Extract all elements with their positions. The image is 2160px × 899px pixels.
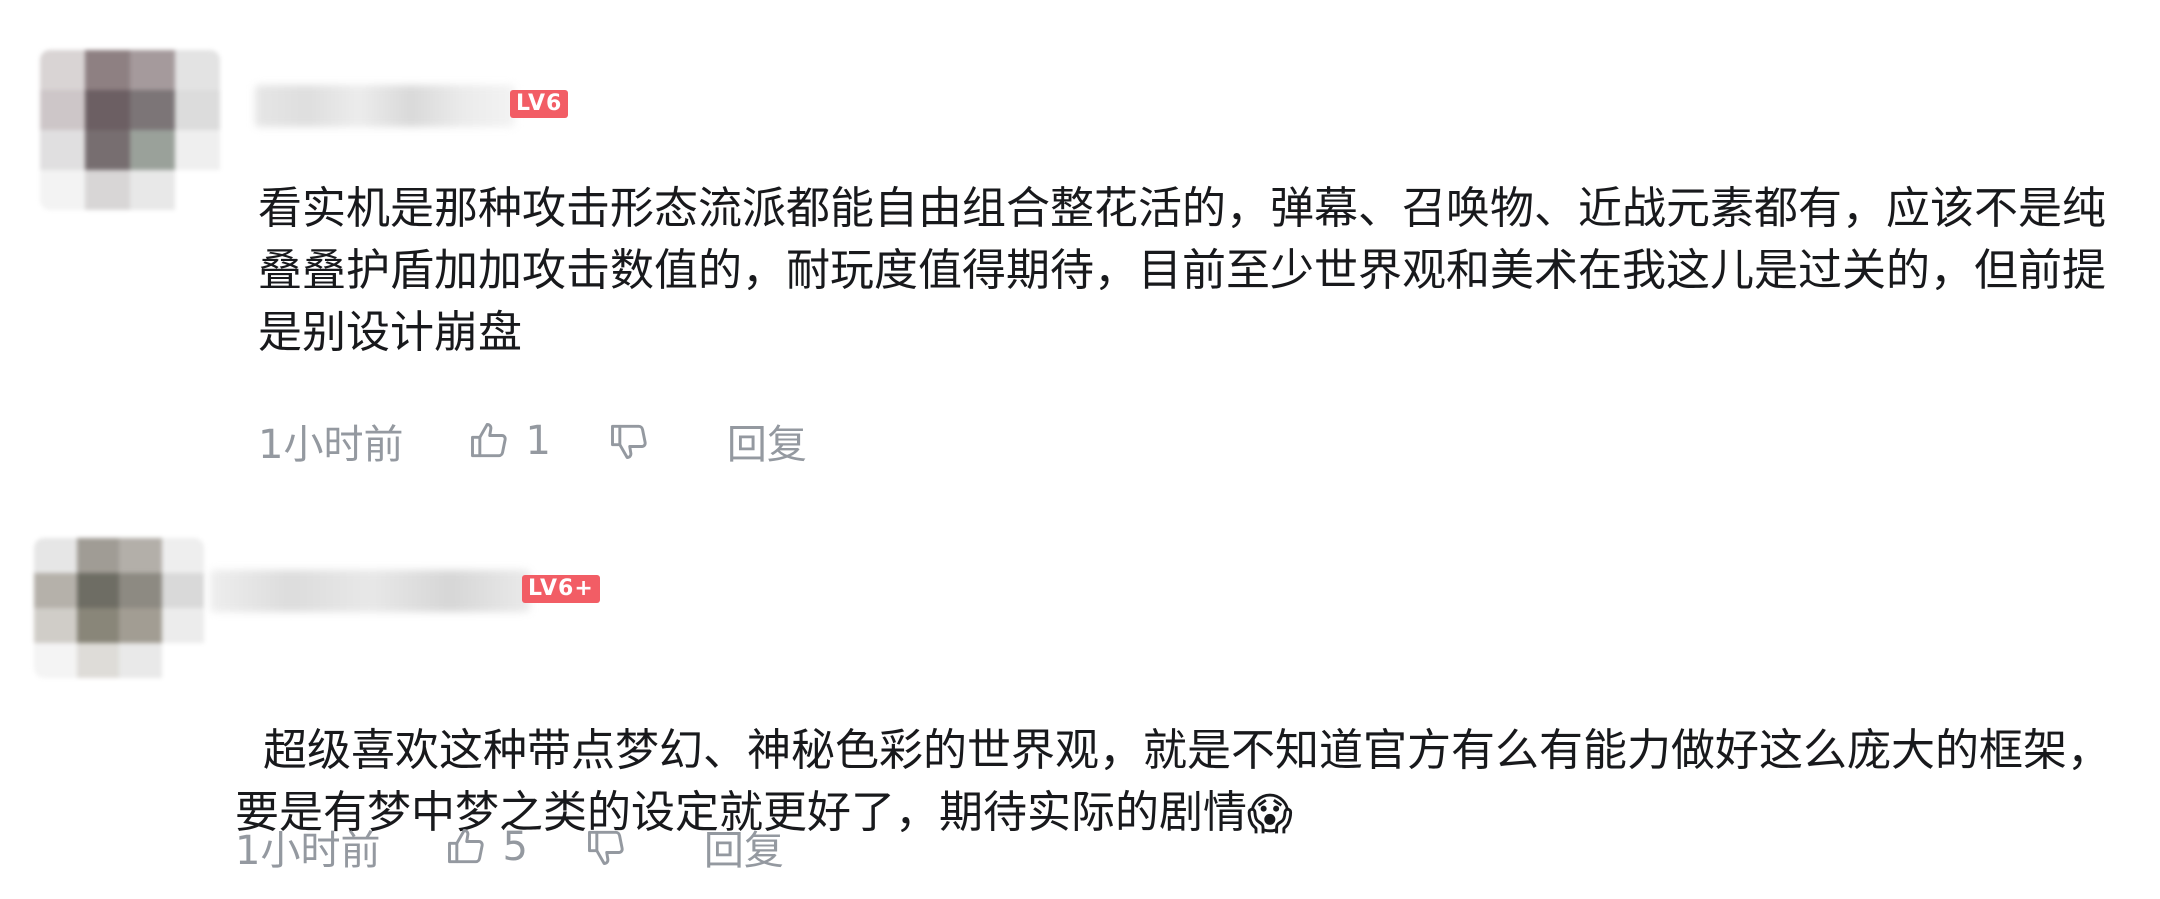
thumbs-down-icon [607,419,651,463]
comment-time: 1小时前 [258,422,404,468]
like-count: 5 [502,824,528,870]
like-button[interactable]: 1 [467,418,551,464]
level-badge: LV6 [510,90,569,118]
comment-item: LV6 看实机是那种攻击形态流派都能自由组合整花活的，弹幕、召唤物、近战元素都有… [0,0,2160,480]
like-button[interactable]: 5 [444,824,528,870]
like-count: 1 [525,418,551,464]
comment-footer: 1小时前 1 回复 [258,412,807,470]
thumbs-up-icon [444,825,488,869]
username[interactable] [210,570,530,612]
comment-footer: 1小时前 5 回复 [235,818,784,876]
thumbs-up-icon [467,419,511,463]
reply-button[interactable]: 回复 [727,412,807,470]
level-badge: LV6+ [522,575,600,603]
dislike-button[interactable] [584,825,628,869]
reply-button[interactable]: 回复 [704,818,784,876]
shocked-face-emoji: 😱 [1247,789,1293,840]
thumbs-down-icon [584,825,628,869]
comment-text: 看实机是那种攻击形态流派都能自由组合整花活的，弹幕、召唤物、近战元素都有，应该不… [258,183,2106,358]
dislike-button[interactable] [607,419,651,463]
comment-time: 1小时前 [235,828,381,874]
comment-text: 超级喜欢这种带点梦幻、神秘色彩的世界观，就是不知道官方有么有能力做好这么庞大的框… [235,658,2125,844]
username[interactable] [255,85,515,127]
avatar[interactable] [40,50,220,210]
avatar[interactable] [34,538,204,678]
